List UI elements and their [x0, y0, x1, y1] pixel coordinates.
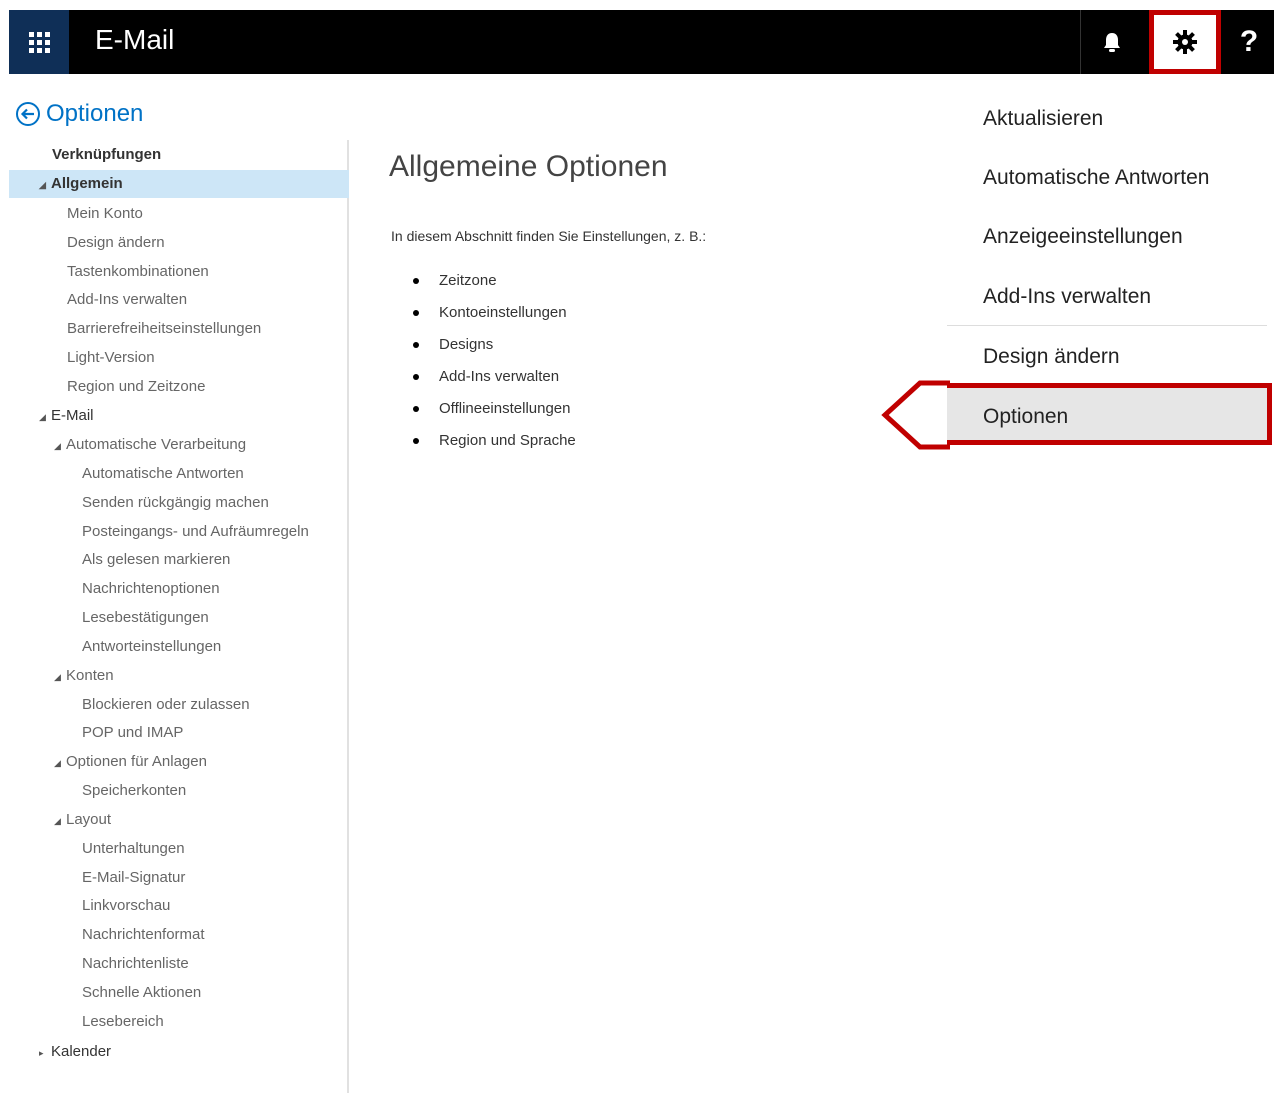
- waffle-icon: [28, 31, 50, 53]
- nav-item-layout[interactable]: ◢ Layout: [9, 806, 349, 834]
- nav-item-email-signatur[interactable]: E-Mail-Signatur: [9, 864, 349, 892]
- nav-item-add-ins[interactable]: Add-Ins verwalten: [9, 286, 349, 314]
- nav-item-tastenkombinationen[interactable]: Tastenkombinationen: [9, 258, 349, 286]
- collapsed-triangle-icon: ▸: [39, 1048, 44, 1058]
- menu-item-aktualisieren[interactable]: Aktualisieren: [983, 107, 1103, 131]
- nav-item-pop-imap[interactable]: POP und IMAP: [9, 719, 349, 747]
- bullet-icon: [413, 438, 419, 444]
- menu-item-automatische-antworten[interactable]: Automatische Antworten: [983, 166, 1209, 190]
- list-item: Add-Ins verwalten: [413, 361, 576, 393]
- nav-item-allgemein[interactable]: ◢ Allgemein: [9, 170, 349, 198]
- settings-button[interactable]: [1149, 10, 1221, 74]
- nav-item-nachrichtenformat[interactable]: Nachrichtenformat: [9, 921, 349, 949]
- top-bar: E-Mail ?: [9, 10, 1274, 74]
- nav-item-barrierefreiheit[interactable]: Barrierefreiheitseinstellungen: [9, 315, 349, 343]
- menu-item-optionen[interactable]: Optionen: [947, 383, 1272, 445]
- nav-item-schnelle-aktionen[interactable]: Schnelle Aktionen: [9, 979, 349, 1007]
- options-navigation: Verknüpfungen ◢ Allgemein Mein Konto Desi…: [9, 140, 349, 1093]
- options-list: Zeitzone Kontoeinstellungen Designs Add-…: [413, 265, 576, 457]
- list-item: Offlineeinstellungen: [413, 393, 576, 425]
- nav-item-blockieren[interactable]: Blockieren oder zulassen: [9, 691, 349, 719]
- menu-separator: [947, 325, 1267, 326]
- bullet-icon: [413, 342, 419, 348]
- nav-item-senden-rueckgaengig[interactable]: Senden rückgängig machen: [9, 489, 349, 517]
- nav-item-posteingangsregeln[interactable]: Posteingangs- und Aufräumregeln: [9, 518, 349, 546]
- back-arrow-icon: [16, 102, 40, 126]
- nav-item-light-version[interactable]: Light-Version: [9, 344, 349, 372]
- nav-item-verknuepfungen[interactable]: Verknüpfungen: [9, 141, 349, 169]
- gear-icon: [1173, 30, 1197, 54]
- nav-item-mein-konto[interactable]: Mein Konto: [9, 200, 349, 228]
- nav-item-unterhaltungen[interactable]: Unterhaltungen: [9, 835, 349, 863]
- nav-item-nachrichtenoptionen[interactable]: Nachrichtenoptionen: [9, 575, 349, 603]
- toolbar-divider: [1080, 10, 1081, 74]
- bullet-icon: [413, 406, 419, 412]
- list-item: Zeitzone: [413, 265, 576, 297]
- bell-icon[interactable]: [1097, 28, 1127, 58]
- list-item: Kontoeinstellungen: [413, 297, 576, 329]
- nav-item-lesebestaetigungen[interactable]: Lesebestätigungen: [9, 604, 349, 632]
- expanded-triangle-icon: ◢: [39, 180, 46, 190]
- nav-item-email[interactable]: ◢ E-Mail: [9, 402, 349, 430]
- nav-item-konten[interactable]: ◢ Konten: [9, 662, 349, 690]
- highlight-arrow-icon: [881, 380, 950, 450]
- nav-item-automatische-antworten[interactable]: Automatische Antworten: [9, 460, 349, 488]
- expanded-triangle-icon: ◢: [54, 672, 61, 682]
- menu-item-optionen-label: Optionen: [983, 405, 1069, 428]
- bullet-icon: [413, 310, 419, 316]
- intro-text: In diesem Abschnitt finden Sie Einstellu…: [391, 228, 707, 244]
- expanded-triangle-icon: ◢: [54, 441, 61, 451]
- help-button[interactable]: ?: [1229, 20, 1269, 64]
- expanded-triangle-icon: ◢: [54, 816, 61, 826]
- nav-item-lesebereich[interactable]: Lesebereich: [9, 1008, 349, 1036]
- expanded-triangle-icon: ◢: [54, 758, 61, 768]
- page-title: Allgemeine Optionen: [389, 150, 668, 183]
- nav-item-automatische-verarbeitung[interactable]: ◢ Automatische Verarbeitung: [9, 431, 349, 459]
- menu-item-design-aendern[interactable]: Design ändern: [983, 345, 1120, 369]
- menu-item-anzeigeeinstellungen[interactable]: Anzeigeeinstellungen: [983, 225, 1183, 249]
- nav-item-design-aendern[interactable]: Design ändern: [9, 229, 349, 257]
- list-item: Region und Sprache: [413, 425, 576, 457]
- nav-item-linkvorschau[interactable]: Linkvorschau: [9, 892, 349, 920]
- help-icon: ?: [1239, 25, 1259, 58]
- back-to-options-link[interactable]: Optionen: [15, 100, 143, 128]
- nav-item-speicherkonten[interactable]: Speicherkonten: [9, 777, 349, 805]
- app-launcher-button[interactable]: [9, 10, 69, 74]
- menu-item-add-ins-verwalten[interactable]: Add-Ins verwalten: [983, 285, 1151, 309]
- app-title: E-Mail: [95, 24, 175, 55]
- list-item: Designs: [413, 329, 576, 361]
- nav-item-nachrichtenliste[interactable]: Nachrichtenliste: [9, 950, 349, 978]
- back-link-label: Optionen: [46, 100, 144, 127]
- nav-item-region-zeitzone[interactable]: Region und Zeitzone: [9, 373, 349, 401]
- expanded-triangle-icon: ◢: [39, 412, 46, 422]
- nav-item-kalender[interactable]: ▸ Kalender: [9, 1038, 349, 1066]
- nav-item-als-gelesen[interactable]: Als gelesen markieren: [9, 546, 349, 574]
- nav-item-antworteinstellungen[interactable]: Antworteinstellungen: [9, 633, 349, 661]
- nav-item-optionen-anlagen[interactable]: ◢ Optionen für Anlagen: [9, 748, 349, 776]
- bullet-icon: [413, 374, 419, 380]
- bullet-icon: [413, 278, 419, 284]
